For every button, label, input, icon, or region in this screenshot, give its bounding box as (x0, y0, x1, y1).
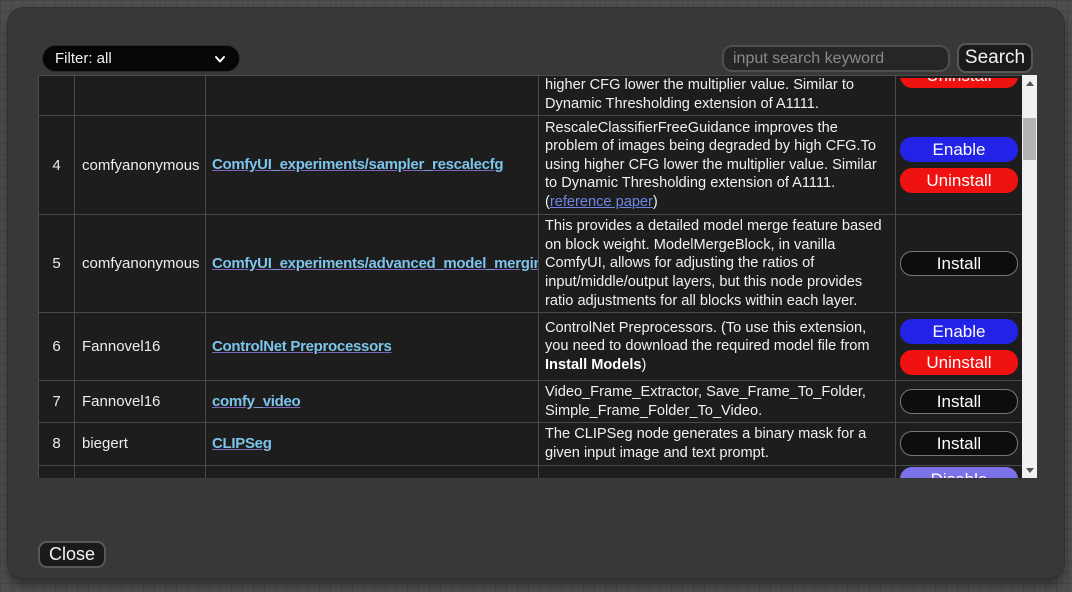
row-author-cell: biegert (75, 423, 206, 465)
row-id-cell (39, 76, 75, 116)
close-button[interactable]: Close (38, 541, 106, 568)
row-description: These custom nodes provides features tha… (539, 466, 895, 478)
row-actions-cell: Enable Uninstall (896, 116, 1023, 215)
filter-selected-value: Filter: all (55, 50, 213, 67)
row-name-cell (206, 76, 539, 116)
row-name-cell: ComfyUI_experiments/sampler_rescalecfg (206, 116, 539, 215)
row-author-cell: comfyanonymous (75, 215, 206, 313)
scrollbar-thumb[interactable] (1023, 118, 1036, 160)
uninstall-button[interactable]: Uninstall (900, 350, 1018, 375)
uninstall-button[interactable]: Uninstall (900, 168, 1018, 193)
row-author: Fannovel16 (82, 338, 160, 355)
row-actions-cell: Disable (896, 465, 1023, 478)
enable-button[interactable]: Enable (900, 319, 1018, 344)
scroll-up-button[interactable] (1022, 75, 1037, 91)
row-description-cell: This provides a detailed model merge fea… (539, 215, 896, 313)
install-button[interactable]: Install (900, 389, 1018, 414)
row-actions-cell: Install (896, 423, 1023, 465)
custom-nodes-manager-dialog: Filter: all Search higher CFG lower the … (8, 8, 1064, 578)
description-bold-text: Install Models (545, 357, 642, 373)
row-description: ControlNet Preprocessors. (To use this e… (539, 317, 895, 377)
uninstall-button[interactable]: Uninstall (900, 78, 1018, 88)
row-description-cell: RescaleClassifierFreeGuidance improves t… (539, 116, 896, 215)
extension-name-link[interactable]: ControlNet Preprocessors (212, 338, 392, 355)
description-text: ) (653, 194, 658, 210)
table-row: 7 Fannovel16 comfy_video Video_Frame_Ext… (39, 381, 1023, 423)
row-author: comfyanonymous (82, 255, 200, 272)
table-scrollbar[interactable] (1022, 75, 1037, 478)
row-id: 6 (52, 338, 60, 355)
row-author-cell: comfyanonymous (75, 116, 206, 215)
row-description: This provides a detailed model merge fea… (539, 215, 895, 312)
row-name-cell: CLIPSeg (206, 423, 539, 465)
row-actions-cell: Install (896, 215, 1023, 313)
row-description: Video_Frame_Extractor, Save_Frame_To_Fol… (539, 381, 895, 422)
table-row: 5 comfyanonymous ComfyUI_experiments/adv… (39, 215, 1023, 313)
row-author-cell: Fannovel16 (75, 381, 206, 423)
row-id-cell: 7 (39, 381, 75, 423)
row-id-cell: 8 (39, 423, 75, 465)
table-row: higher CFG lower the multiplier value. S… (39, 76, 1023, 116)
extensions-table: higher CFG lower the multiplier value. S… (38, 75, 1022, 478)
search-input[interactable] (722, 45, 950, 72)
chevron-down-icon (213, 52, 227, 66)
extension-name-link[interactable]: ComfyUI_experiments/advanced_model_mergi… (212, 255, 539, 272)
description-text: higher CFG lower the multiplier value. S… (545, 77, 854, 112)
search-button[interactable]: Search (957, 43, 1033, 73)
description-text: This provides a detailed model merge fea… (545, 218, 882, 308)
row-name-cell: ControlNet Preprocessors (206, 313, 539, 381)
table-row: 4 comfyanonymous ComfyUI_experiments/sam… (39, 116, 1023, 215)
install-button[interactable]: Install (900, 431, 1018, 456)
scrollbar-track[interactable] (1022, 91, 1037, 462)
row-id-cell: 4 (39, 116, 75, 215)
row-description-cell: The CLIPSeg node generates a binary mask… (539, 423, 896, 465)
disable-button[interactable]: Disable (900, 467, 1018, 478)
row-author: comfyanonymous (82, 157, 200, 174)
table-row: 9 BlenderNeko ComfyUI Cutoff These custo… (39, 465, 1023, 478)
description-text: The CLIPSeg node generates a binary mask… (545, 426, 866, 461)
row-id-cell: 9 (39, 465, 75, 478)
row-name-cell: comfy_video (206, 381, 539, 423)
reference-paper-link[interactable]: reference paper (550, 194, 653, 210)
table-row: 8 biegert CLIPSeg The CLIPSeg node gener… (39, 423, 1023, 465)
description-text: ) (642, 357, 647, 373)
filter-dropdown[interactable]: Filter: all (42, 45, 240, 72)
scroll-down-icon (1026, 468, 1034, 473)
row-actions-cell: Install (896, 381, 1023, 423)
scroll-down-button[interactable] (1022, 462, 1037, 478)
row-id: 4 (52, 157, 60, 174)
row-description-cell: Video_Frame_Extractor, Save_Frame_To_Fol… (539, 381, 896, 423)
row-id: 5 (52, 255, 60, 272)
install-button[interactable]: Install (900, 251, 1018, 276)
row-description: higher CFG lower the multiplier value. S… (539, 76, 895, 115)
scroll-up-icon (1026, 81, 1034, 86)
row-description-cell: These custom nodes provides features tha… (539, 465, 896, 478)
row-author: biegert (82, 435, 128, 452)
row-id: 8 (52, 435, 60, 452)
enable-button[interactable]: Enable (900, 137, 1018, 162)
row-author-cell (75, 76, 206, 116)
table-row: 6 Fannovel16 ControlNet Preprocessors Co… (39, 313, 1023, 381)
row-description-cell: ControlNet Preprocessors. (To use this e… (539, 313, 896, 381)
row-author-cell: BlenderNeko (75, 465, 206, 478)
row-id-cell: 5 (39, 215, 75, 313)
description-text: ControlNet Preprocessors. (To use this e… (545, 320, 870, 355)
row-actions-cell: Uninstall (896, 76, 1023, 116)
row-name-cell: ComfyUI Cutoff (206, 465, 539, 478)
description-text: Video_Frame_Extractor, Save_Frame_To_Fol… (545, 384, 866, 419)
row-description: RescaleClassifierFreeGuidance improves t… (539, 117, 895, 214)
row-description: The CLIPSeg node generates a binary mask… (539, 423, 895, 464)
extension-name-link[interactable]: ComfyUI_experiments/sampler_rescalecfg (212, 156, 503, 173)
row-author-cell: Fannovel16 (75, 313, 206, 381)
row-author: Fannovel16 (82, 393, 160, 410)
row-actions-cell: Enable Uninstall (896, 313, 1023, 381)
row-description-cell: higher CFG lower the multiplier value. S… (539, 76, 896, 116)
extension-name-link[interactable]: comfy_video (212, 393, 300, 410)
row-id: 7 (52, 393, 60, 410)
extension-name-link[interactable]: CLIPSeg (212, 435, 272, 452)
row-id-cell: 6 (39, 313, 75, 381)
row-name-cell: ComfyUI_experiments/advanced_model_mergi… (206, 215, 539, 313)
